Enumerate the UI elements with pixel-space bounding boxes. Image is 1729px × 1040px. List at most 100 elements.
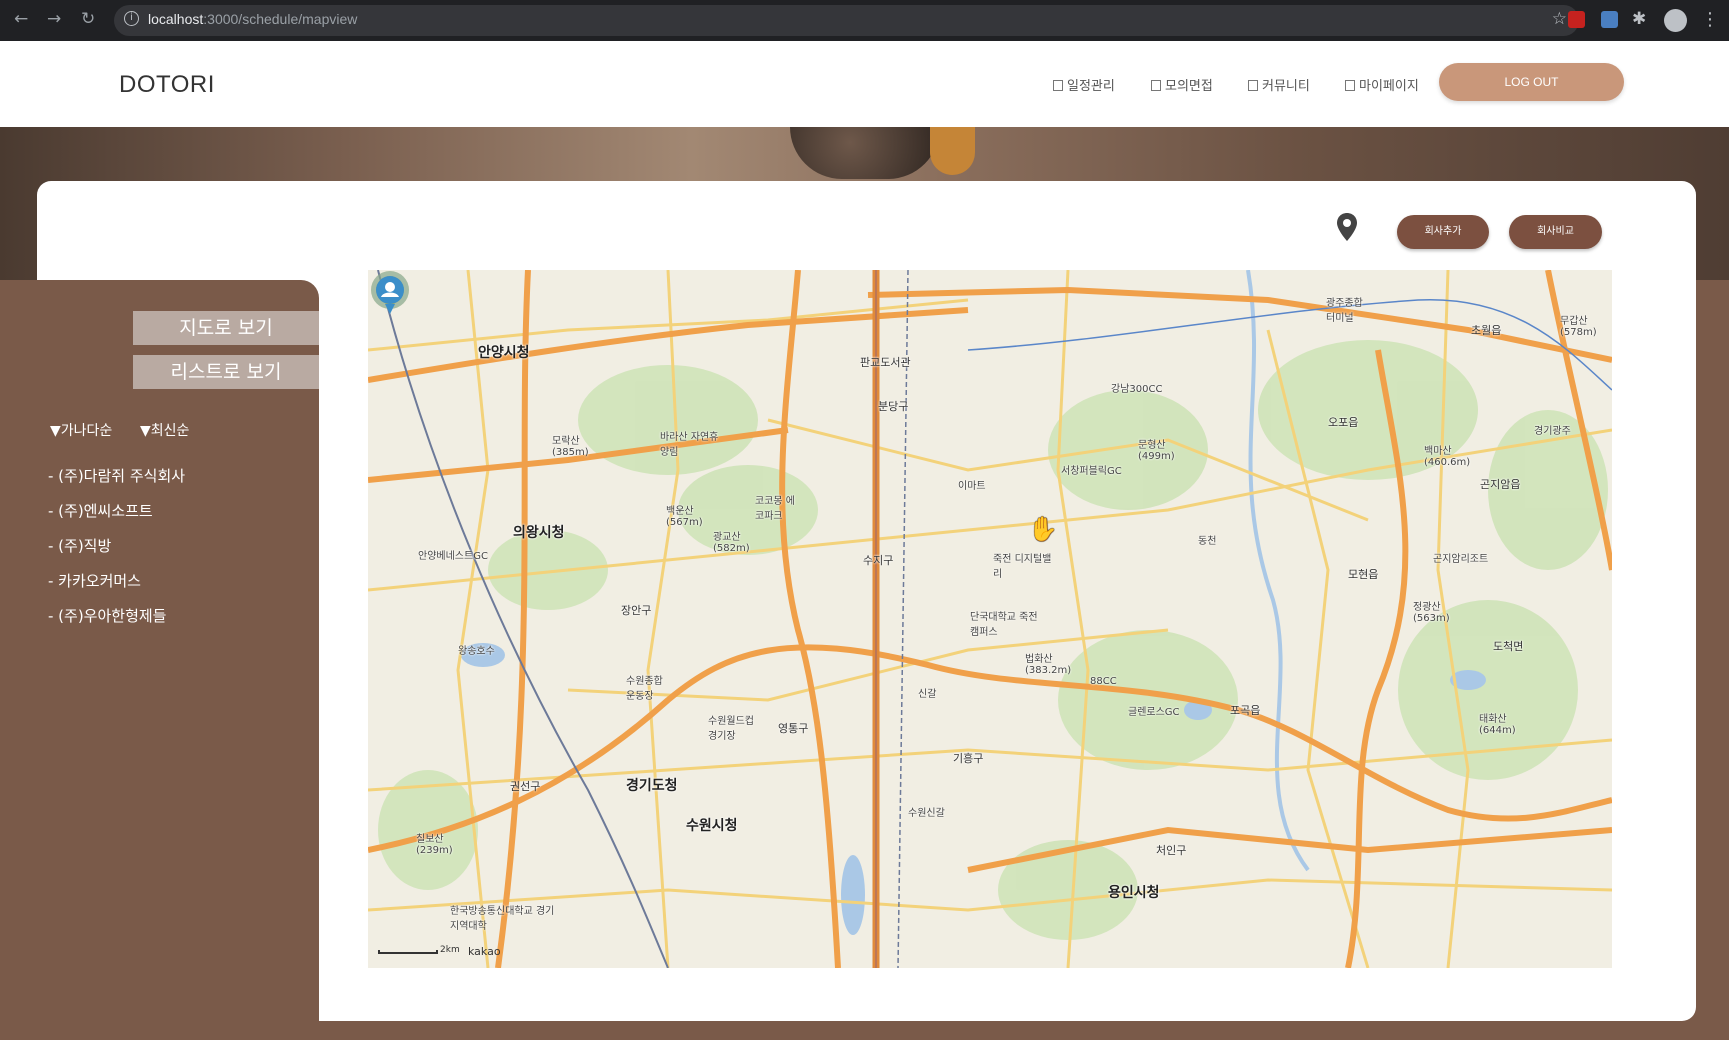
map-label: 죽전 디지털밸리 [993,554,1052,580]
nav-label: 모의면접 [1165,79,1213,94]
map-label: 용인시청 [1108,885,1160,901]
back-arrow-icon[interactable]: ← [14,9,28,29]
map-label: 강남300CC [1111,384,1163,395]
map-label: 기흥구 [953,752,984,765]
company-list-item[interactable]: - (주)다람쥐 주식회사 [48,465,185,486]
nav-label: 마이페이지 [1359,79,1419,94]
map-label: 안양베네스트GC [418,551,488,562]
location-pin-icon[interactable] [1337,213,1357,241]
map-label: 권선구 [510,780,541,793]
map-label: 분당구 [878,400,909,413]
map-view[interactable]: 안양시청 의왕시청 경기도청 수원시청 용인시청 판교도서관 분당구 수지구 장… [368,270,1612,968]
sort-recent[interactable]: ▼최신순 [140,420,189,440]
map-label: 법화산 (383.2m) [1025,654,1072,676]
map-label: 수원시청 [686,818,738,834]
map-label: 이마트 [958,481,986,492]
map-label: 의왕시청 [513,525,565,541]
nav-label: 커뮤니티 [1262,79,1310,94]
map-label: 바라산 자연휴양림 [660,432,719,458]
map-label: 처인구 [1156,844,1187,857]
acorn-image [790,127,940,179]
map-label: 모현읍 [1348,568,1379,581]
acorn-image [930,127,975,175]
map-label: 정광산 (563m) [1413,602,1450,624]
map-view-button[interactable]: 지도로 보기 [133,311,319,345]
browser-menu-icon[interactable]: ⋮ [1701,9,1719,30]
bookmark-star-icon[interactable]: ☆ [1552,9,1567,29]
map-label: 글렌로스GC [1128,707,1180,718]
map-label: 곤지암읍 [1480,478,1521,491]
map-label: 도척면 [1493,640,1524,653]
map-label: 서창퍼블릭GC [1061,466,1122,477]
community-icon [1248,80,1258,91]
site-info-icon[interactable]: i [124,11,139,26]
map-label: 안양시청 [478,345,530,361]
map-scale-text: 2km [440,945,460,955]
compare-company-button[interactable]: 회사비교 [1509,215,1602,249]
nav-label: 일정관리 [1067,79,1115,94]
map-label: 동천 [1198,536,1217,547]
reload-icon[interactable]: ↻ [81,9,95,29]
map-label: 신갈 [918,689,937,700]
nav-mypage[interactable]: 마이페이지 [1345,75,1419,94]
map-label: 수지구 [863,554,894,567]
site-header: DOTORI 일정관리 모의면접 커뮤니티 마이페이지 LOG OUT [0,41,1729,127]
browser-toolbar: ← → ↻ i localhost:3000/schedule/mapview … [0,0,1729,41]
map-label: 칠보산 (239m) [416,834,453,856]
map-label: 단국대학교 죽전캠퍼스 [970,612,1038,638]
map-label: 수원신갈 [908,808,945,819]
nav-schedule[interactable]: 일정관리 [1053,75,1115,94]
map-label: 모락산 (385m) [552,436,589,458]
user-page-icon [1345,80,1355,91]
map-label: 장안구 [621,604,652,617]
extensions-puzzle-icon[interactable]: ✱ [1632,9,1646,29]
add-company-button[interactable]: 회사추가 [1397,215,1489,249]
map-label: 오포읍 [1328,416,1359,429]
document-icon [1151,80,1161,91]
map-label: 경기도청 [626,778,678,794]
map-label: 판교도서관 [860,356,911,369]
address-bar[interactable]: i localhost:3000/schedule/mapview ☆ [114,5,1579,36]
map-label: 경기광주 [1534,426,1571,437]
map-label: 곤지암리조트 [1433,554,1489,565]
url-text[interactable]: localhost:3000/schedule/mapview [148,11,357,27]
hand-cursor-icon: ✋ [1028,515,1058,543]
map-label: 한국방송통신대학교 경기지역대학 [450,906,555,932]
forward-arrow-icon[interactable]: → [47,9,61,29]
nav-mock-interview[interactable]: 모의면접 [1151,75,1213,94]
nav-community[interactable]: 커뮤니티 [1248,75,1310,94]
map-label: 문형산 (499m) [1138,440,1175,462]
url-host: localhost [148,11,204,27]
company-list-item[interactable]: - (주)우아한형제들 [48,605,167,626]
map-label: 포곡읍 [1230,704,1261,717]
map-label: 88CC [1090,676,1117,687]
company-list-item[interactable]: - 카카오커머스 [48,570,141,591]
company-list-item[interactable]: - (주)직방 [48,535,111,556]
map-label: 백운산 (567m) [666,506,703,528]
list-view-button[interactable]: 리스트로 보기 [133,355,319,389]
map-label: 광교산 (582m) [713,532,750,554]
logout-button[interactable]: LOG OUT [1439,63,1624,101]
logo[interactable]: DOTORI [119,71,215,99]
profile-avatar-icon[interactable] [1664,9,1687,32]
map-label: 광주종합 터미널 [1326,298,1363,324]
extension-icon[interactable] [1568,11,1585,28]
map-label: 수원월드컵 경기장 [708,716,754,742]
map-label: 태화산 (644m) [1479,714,1516,736]
current-location-marker-icon[interactable] [368,270,412,318]
map-label: 무갑산 (578m) [1560,316,1597,338]
map-label: 수원종합 운동장 [626,676,663,702]
map-label: 초월읍 [1471,324,1502,337]
sort-alphabetical[interactable]: ▼가나다순 [50,420,112,440]
extension-icon[interactable] [1601,11,1618,28]
map-label: 영통구 [778,722,809,735]
company-list-item[interactable]: - (주)엔씨소프트 [48,500,153,521]
map-label: 백마산 (460.6m) [1424,446,1471,468]
map-scale-bar [378,950,438,954]
url-path: :3000/schedule/mapview [203,11,358,27]
map-label: 코코몽 에코파크 [755,496,795,522]
map-attribution: kakao [468,945,501,958]
sidebar [0,280,319,1040]
map-label: 왕송호수 [458,646,495,657]
calendar-icon [1053,80,1063,91]
